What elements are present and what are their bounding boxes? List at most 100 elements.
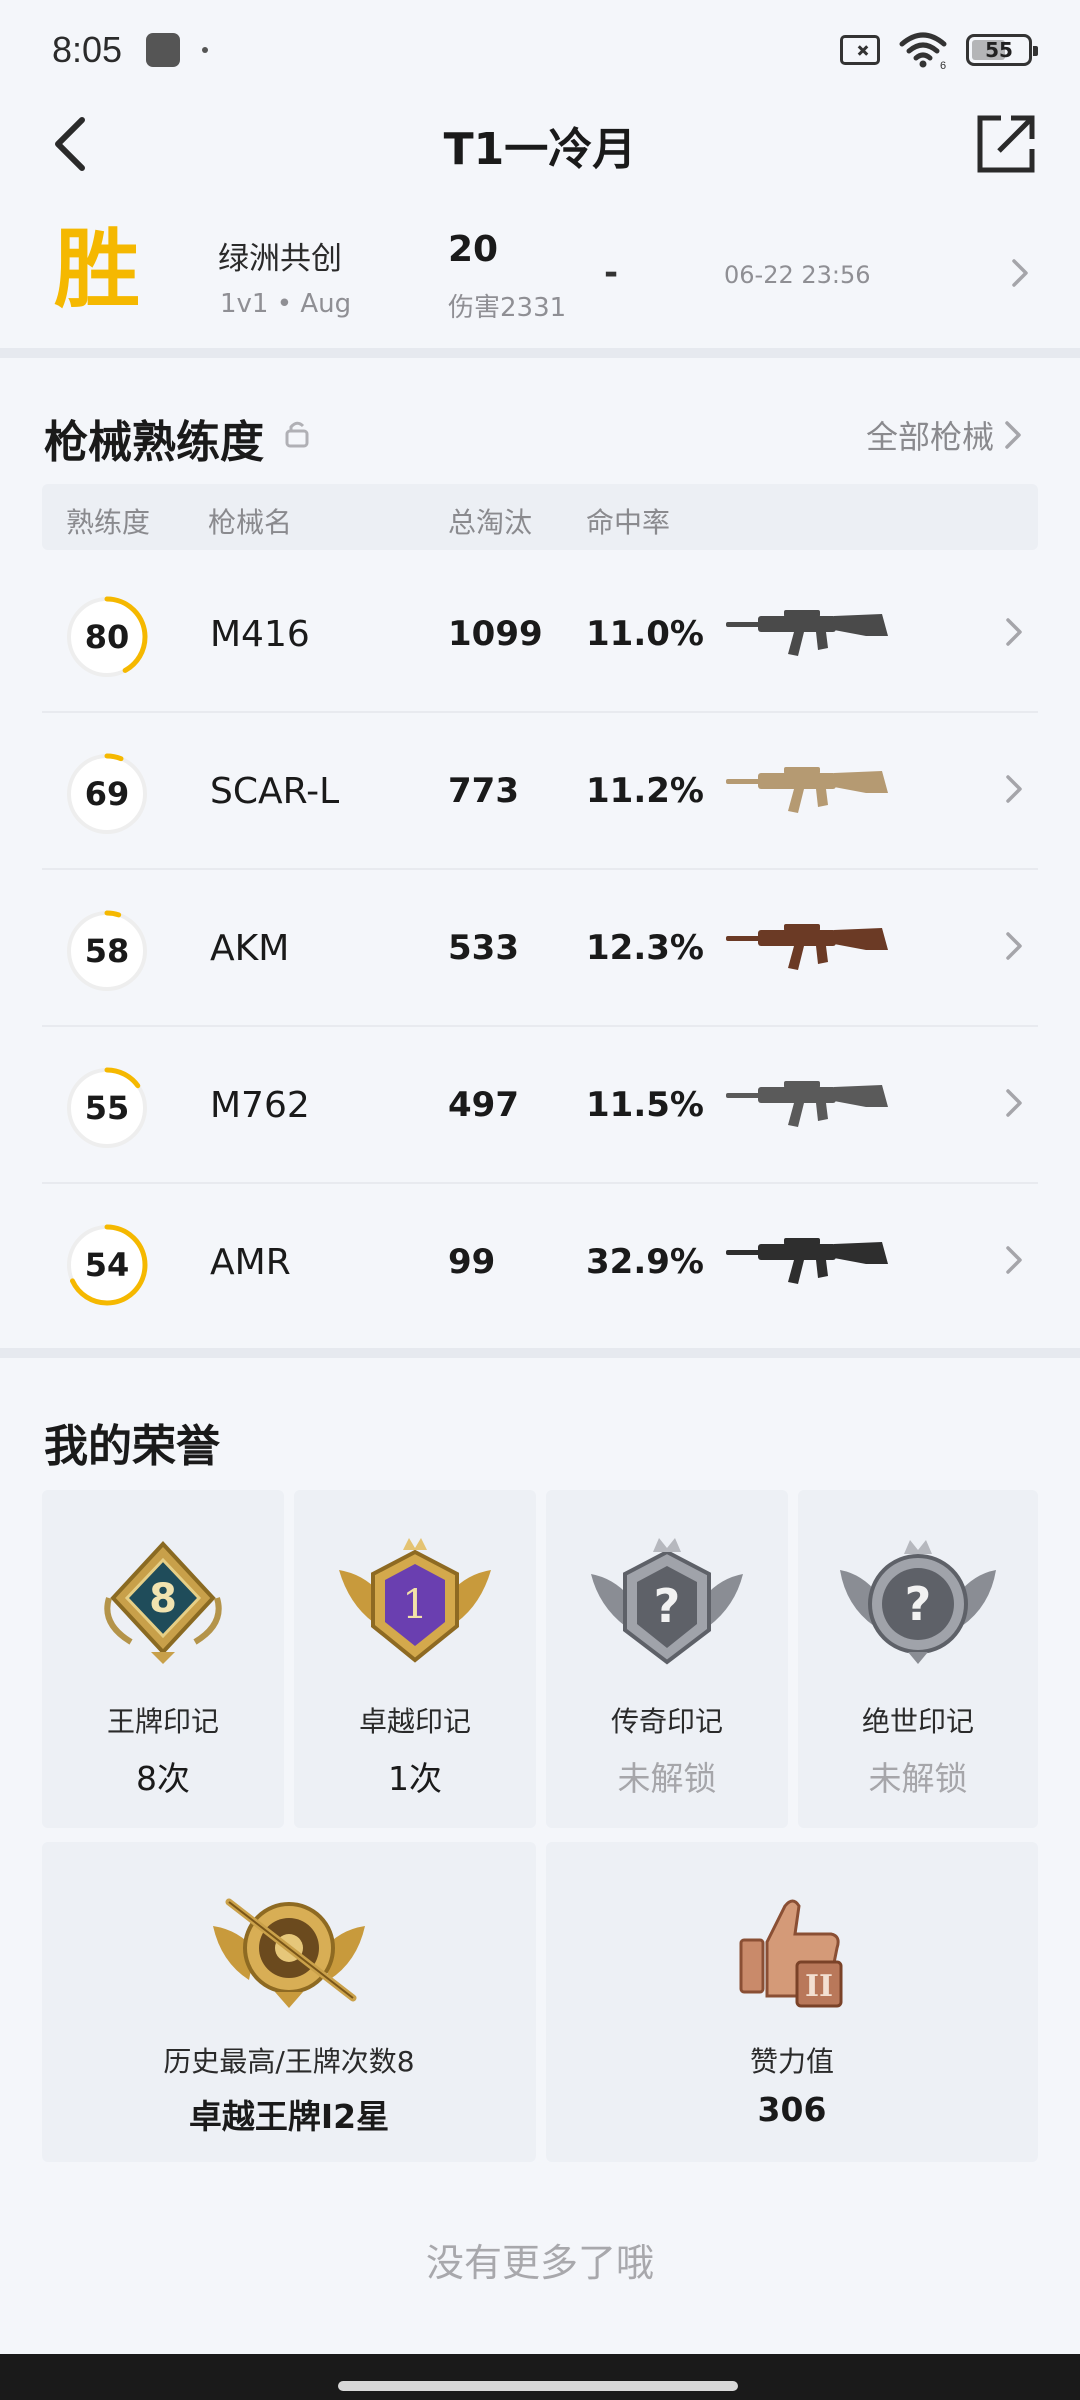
chevron-right-icon	[1006, 932, 1022, 960]
weapon-kills: 773	[448, 771, 519, 811]
chevron-right-icon	[1005, 421, 1021, 449]
no-sim-icon	[840, 35, 880, 65]
excellence-emblem-icon: 1	[339, 1538, 491, 1663]
honor-value: 1次	[388, 1759, 442, 1798]
rifle-icon	[726, 610, 888, 656]
honor-value: 未解锁	[868, 1759, 968, 1798]
rifle-icon	[726, 1081, 888, 1127]
proficiency-level: 54	[84, 1246, 130, 1284]
rifle-icon	[726, 1238, 888, 1284]
end-of-list-text: 没有更多了哦	[425, 2241, 654, 2285]
honor-card-excellence[interactable]: 1 卓越印记 1次	[294, 1490, 536, 1828]
match-kills: 20	[448, 229, 499, 270]
column-header: 总淘汰	[448, 506, 533, 539]
all-weapons-label: 全部枪械	[865, 418, 994, 456]
page-header: T1一冷月	[0, 100, 1080, 190]
section-divider	[0, 1348, 1080, 1358]
chevron-right-icon	[1006, 1246, 1022, 1274]
honor-card-highest-rank[interactable]: 历史最高/王牌次数8 卓越王牌I2星	[42, 1842, 536, 2162]
status-time: 8:05	[52, 29, 123, 70]
weapon-hit-rate: 11.5%	[586, 1085, 704, 1125]
chevron-right-icon	[1006, 1089, 1022, 1117]
match-type: 1v1 • Aug	[220, 289, 352, 319]
chevron-right-icon	[1006, 775, 1022, 803]
honor-value: 8次	[136, 1759, 190, 1798]
honor-card-ace[interactable]: 8 王牌印记 8次	[42, 1490, 284, 1828]
win-badge: 胜	[54, 220, 140, 320]
rank-emblem-icon	[213, 1898, 365, 2008]
honor-value: 未解锁	[617, 1759, 717, 1798]
honor-label: 历史最高/王牌次数8	[163, 2045, 415, 2078]
weapon-kills: 533	[448, 928, 519, 968]
weapon-name: AMR	[210, 1242, 291, 1283]
system-nav-bar	[0, 2354, 1080, 2400]
weapon-hit-rate: 12.3%	[586, 928, 704, 968]
match-damage: 伤害2331	[448, 293, 567, 323]
peerless-emblem-locked-icon: ?	[840, 1540, 996, 1664]
weapon-row[interactable]: 58 AKM 533 12.3%	[42, 870, 1038, 1027]
share-icon	[977, 115, 1035, 173]
column-header: 命中率	[586, 506, 671, 539]
honor-value: 卓越王牌I2星	[188, 2097, 390, 2136]
match-rank: -	[604, 253, 619, 293]
weapon-proficiency-title: 枪械熟练度	[44, 417, 264, 468]
weapon-name: M762	[210, 1085, 310, 1126]
chevron-right-icon	[1006, 618, 1022, 646]
weapon-table-header: 熟练度 枪械名 总淘汰 命中率	[42, 484, 1038, 550]
weapon-name: AKM	[210, 928, 290, 969]
honor-label: 卓越印记	[358, 1705, 471, 1738]
honor-label: 传奇印记	[610, 1705, 723, 1738]
honor-value: 306	[757, 2090, 827, 2129]
svg-text:1: 1	[402, 1582, 427, 1628]
weapon-hit-rate: 32.9%	[586, 1242, 704, 1282]
back-button[interactable]	[40, 114, 100, 174]
thumbs-up-icon: II	[739, 1899, 843, 2008]
weapon-row[interactable]: 55 M762 497 11.5%	[42, 1027, 1038, 1184]
weapon-kills: 497	[448, 1085, 519, 1125]
weapon-kills: 1099	[448, 614, 543, 654]
weapon-hit-rate: 11.2%	[586, 771, 704, 811]
wifi-icon: 6	[899, 32, 947, 70]
proficiency-level: 58	[84, 932, 130, 970]
weapon-kills: 99	[448, 1242, 496, 1282]
column-header: 枪械名	[208, 506, 293, 539]
ace-emblem-icon: 8	[104, 1541, 222, 1664]
honor-label: 绝世印记	[861, 1705, 974, 1738]
weapon-row[interactable]: 69 SCAR-L 773 11.2%	[42, 713, 1038, 870]
svg-text:6: 6	[940, 60, 946, 70]
notification-dot-icon	[202, 47, 209, 53]
match-time: 06-22 23:56	[724, 261, 871, 289]
share-button[interactable]	[972, 110, 1040, 178]
lock-icon[interactable]	[284, 420, 310, 448]
all-weapons-link[interactable]: 全部枪械	[866, 412, 1022, 458]
weapon-hit-rate: 11.0%	[586, 614, 704, 654]
svg-text:II: II	[805, 1969, 833, 2004]
match-summary-row[interactable]: 胜 绿洲共创 1v1 • Aug 20 伤害2331 - 06-22 23:56	[0, 205, 1080, 345]
honor-card-legend[interactable]: ? 传奇印记 未解锁	[546, 1490, 788, 1828]
svg-text:?: ?	[654, 1579, 681, 1633]
chevron-right-icon	[1012, 259, 1028, 287]
legend-emblem-locked-icon: ?	[591, 1538, 743, 1665]
notification-app-icon	[146, 33, 181, 67]
battery-level: 55	[985, 38, 1013, 62]
svg-text:8: 8	[149, 1576, 177, 1622]
weapon-row[interactable]: 54 AMR 99 32.9%	[42, 1184, 1038, 1341]
chevron-left-icon	[55, 117, 85, 171]
svg-text:?: ?	[905, 1577, 932, 1631]
match-mode: 绿洲共创	[218, 241, 342, 277]
proficiency-level: 69	[84, 775, 130, 813]
honor-card-peerless[interactable]: ? 绝世印记 未解锁	[798, 1490, 1038, 1828]
page-title: T1一冷月	[443, 124, 637, 175]
rifle-icon	[726, 924, 888, 970]
proficiency-level: 80	[84, 618, 130, 656]
rifle-icon	[726, 767, 888, 813]
home-gesture-handle[interactable]	[338, 2381, 738, 2391]
weapon-row[interactable]: 80 M416 1099 11.0%	[42, 556, 1038, 713]
proficiency-level: 55	[84, 1089, 130, 1127]
column-header: 熟练度	[66, 506, 151, 539]
honor-card-likes[interactable]: II 赞力值 306	[546, 1842, 1038, 2162]
section-divider	[0, 348, 1080, 358]
honors-title: 我的荣誉	[44, 1421, 220, 1472]
weapon-name: M416	[210, 614, 310, 655]
status-bar: 8:05 6 55	[0, 0, 1080, 100]
